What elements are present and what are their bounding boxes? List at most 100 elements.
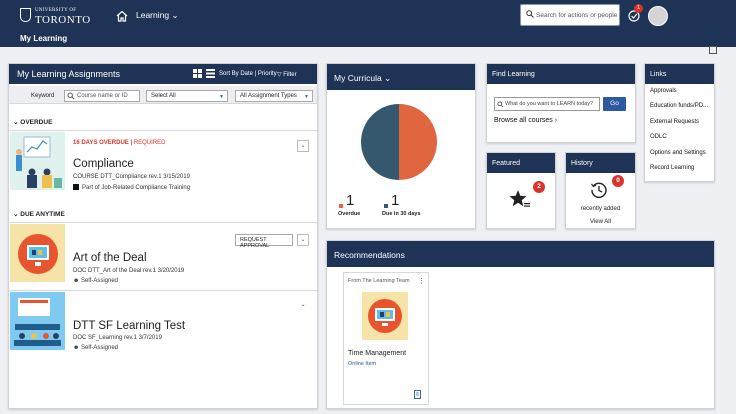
assignments-title: My Learning Assignments	[17, 69, 121, 79]
required-tag: REQUIRED	[133, 140, 166, 146]
section-due-anytime-label: DUE ANYTIME	[20, 211, 65, 218]
panel-toggle-icon[interactable]	[709, 46, 717, 54]
item-title-compliance[interactable]: Compliance	[73, 158, 134, 170]
history-card[interactable]: History 0 recently added View All	[565, 152, 636, 229]
find-learning-header: Find Learning	[487, 64, 635, 84]
browse-all-courses-label: Browse all courses	[494, 117, 553, 124]
link-external-requests[interactable]: External Requests	[650, 119, 699, 125]
link-options-settings[interactable]: Options and Settings	[650, 150, 706, 156]
history-view-all-link[interactable]: View All	[566, 219, 635, 225]
more-options-icon[interactable]: ⋮	[418, 277, 425, 285]
link-record-learning[interactable]: Record Learning	[650, 165, 694, 171]
featured-header: Featured	[487, 153, 555, 173]
go-button[interactable]: Go	[603, 97, 626, 111]
item-title-sf-learning-test[interactable]: DTT SF Learning Test	[73, 320, 185, 332]
item-meta: COURSE DTT_Compliance rev.1 3/15/2019	[73, 174, 190, 180]
find-learning-input[interactable]: What do you want to LEARN today?	[494, 97, 600, 111]
program-label: Part of Job-Related Compliance Training	[82, 185, 191, 191]
link-odlc[interactable]: ODLC	[650, 134, 667, 140]
time-management-thumbnail	[362, 292, 408, 340]
chevron-down-icon: ⌄	[13, 211, 19, 218]
search-icon	[497, 101, 504, 108]
sf-learning-test-thumbnail[interactable]	[10, 292, 65, 350]
recommendation-source: From The Learning Team	[348, 278, 410, 284]
divider	[9, 222, 317, 223]
featured-card[interactable]: Featured 2	[486, 152, 556, 229]
person-icon: ☻	[73, 345, 80, 351]
my-curricula-card: My Curricula ⌄ 1 Overdue 1 Due in 30 day…	[326, 63, 476, 229]
item-menu-button[interactable]: ⌄	[297, 140, 309, 152]
list-view-icon[interactable]	[206, 69, 215, 78]
logo-line1: UNIVERSITY OF	[35, 8, 77, 13]
overdue-count[interactable]: 1	[346, 192, 354, 209]
dropdown-arrow-icon: ▼	[304, 94, 309, 100]
curricula-header: My Curricula ⌄	[327, 64, 475, 90]
dropdown-arrow-icon: ▼	[219, 94, 224, 100]
pie-slice-due	[361, 104, 399, 180]
compliance-thumbnail[interactable]	[10, 132, 65, 190]
recommendation-title[interactable]: Time Management	[348, 350, 406, 357]
overdue-days: 16 DAYS OVERDUE	[73, 140, 129, 146]
history-header: History	[566, 153, 635, 173]
recommendation-item[interactable]: From The Learning Team ⋮ Time Management…	[343, 272, 429, 405]
chevron-right-icon: ›	[554, 117, 558, 124]
divider	[9, 290, 317, 291]
filter-label: Filter	[283, 72, 297, 78]
due-label: Due in 30 days	[382, 211, 421, 217]
due-count[interactable]: 1	[391, 192, 399, 209]
page-title: My Learning	[20, 34, 68, 43]
overdue-label: Overdue	[338, 211, 361, 217]
item-menu-button[interactable]: ⌄	[297, 300, 309, 312]
keyword-input[interactable]: Course name or ID	[64, 90, 140, 102]
learning-menu-label: Learning	[136, 10, 170, 20]
user-avatar[interactable]	[648, 6, 668, 26]
links-header: Links	[645, 64, 714, 84]
item-menu-button[interactable]: ⌄	[297, 234, 309, 246]
top-navigation-bar	[0, 0, 736, 47]
link-education-funds[interactable]: Education funds/PD...	[650, 103, 708, 109]
home-icon[interactable]	[116, 10, 128, 22]
assignments-toolbar: Keyword Course name or ID Select All ▼ Al…	[9, 86, 317, 104]
filter-button[interactable]: ▽ Filter	[277, 71, 297, 78]
search-icon	[67, 92, 75, 100]
find-learning-title: Find Learning	[492, 71, 535, 78]
search-placeholder: Search for actions or people	[536, 12, 618, 19]
assignment-type-dropdown[interactable]: All Assignment Types ▼	[235, 90, 313, 102]
item-meta: DOC SF_Learning rev.1 3/7/2019	[73, 335, 162, 341]
section-due-anytime[interactable]: ⌄ DUE ANYTIME	[13, 210, 65, 218]
browse-all-courses-link[interactable]: Browse all courses ›	[494, 117, 557, 124]
assignments-header: My Learning Assignments Sort By Date | P…	[9, 64, 317, 84]
self-assigned: ☻ Self-Assigned	[73, 278, 118, 284]
self-assigned-label: Self-Assigned	[81, 278, 119, 284]
grid-view-icon[interactable]	[193, 69, 203, 78]
due-legend-swatch	[384, 204, 388, 208]
history-badge: 0	[612, 175, 624, 187]
section-overdue-label: OVERDUE	[20, 119, 53, 126]
learning-menu[interactable]: Learning ⌄	[136, 10, 179, 21]
search-icon	[526, 10, 534, 18]
history-caption: recently added	[580, 206, 621, 212]
featured-star-icon	[509, 190, 530, 207]
history-title: History	[571, 160, 593, 167]
keyword-placeholder: Course name or ID	[77, 93, 128, 99]
divider	[9, 130, 317, 131]
find-learning-placeholder: What do you want to LEARN today?	[505, 101, 594, 107]
keyword-label: Keyword	[31, 93, 55, 99]
overdue-status: 16 DAYS OVERDUE | REQUIRED	[73, 140, 166, 146]
document-icon[interactable]	[414, 390, 422, 399]
select-all-dropdown[interactable]: Select All ▼	[146, 90, 228, 102]
search-input[interactable]: Search for actions or people	[520, 4, 620, 26]
art-of-the-deal-thumbnail[interactable]	[10, 224, 65, 282]
item-title-art-of-the-deal[interactable]: Art of the Deal	[73, 252, 147, 264]
pie-slice-overdue	[399, 104, 437, 180]
curricula-title[interactable]: My Curricula ⌄	[334, 73, 391, 84]
sort-options[interactable]: Sort By Date | Priority	[219, 71, 277, 77]
section-overdue[interactable]: ⌄ OVERDUE	[13, 118, 52, 126]
curricula-title-label: My Curricula	[334, 73, 382, 83]
select-all-label: Select All	[151, 93, 176, 99]
curricula-pie-chart[interactable]	[361, 104, 437, 180]
university-logo[interactable]: UNIVERSITY OF TORONTO	[20, 6, 90, 28]
link-approvals[interactable]: Approvals	[650, 88, 677, 94]
request-approval-button[interactable]: REQUEST APPROVAL	[235, 234, 293, 249]
crest-icon	[20, 8, 31, 22]
